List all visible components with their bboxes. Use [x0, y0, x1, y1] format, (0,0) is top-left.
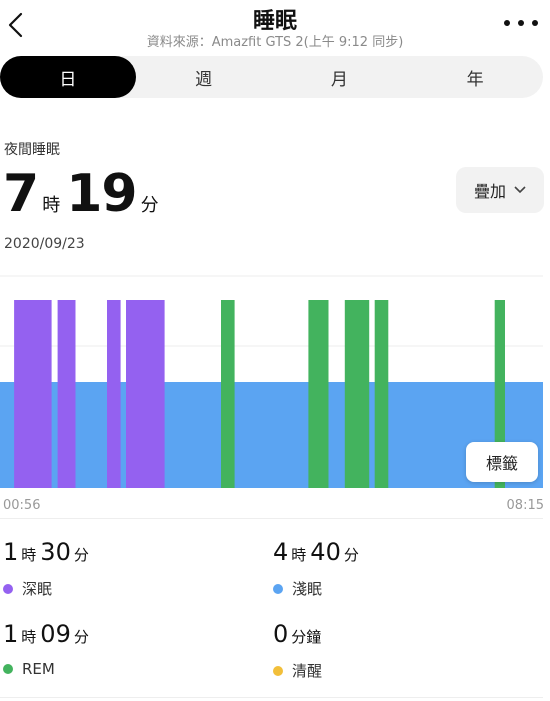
- sleep-stage-bars: [0, 300, 543, 488]
- more-dot: [532, 20, 538, 26]
- sleep-segment-5: [221, 300, 235, 488]
- sleep-segment-3: [107, 300, 121, 488]
- total-sleep-duration: 7 時 19 分: [3, 164, 165, 224]
- light-sleep-legend: 淺眠: [273, 578, 322, 599]
- deep-sleep-duration: 1 時 30 分: [3, 538, 93, 566]
- stat-hours-unit: 時: [291, 546, 307, 564]
- stat-hours-unit: 時: [21, 546, 37, 564]
- deep-sleep-legend: 深眠: [3, 578, 52, 599]
- sleep-segment-2: [57, 300, 76, 488]
- awake-legend: 清醒: [273, 660, 322, 681]
- minutes-value: 19: [66, 164, 137, 224]
- stat-hours: 1: [3, 538, 19, 566]
- stat-hours: 4: [273, 538, 289, 566]
- rem-legend: REM: [3, 660, 55, 678]
- chart-start-time: 00:56: [3, 498, 41, 513]
- data-source-subtitle: 資料來源：Amazfit GTS 2(上午 9:12 同步): [146, 35, 404, 50]
- more-dots-icon: [504, 20, 510, 26]
- section-label: 夜間睡眠: [4, 142, 60, 158]
- tab-month[interactable]: 月: [272, 56, 408, 98]
- sleep-date: 2020/09/23: [4, 236, 85, 252]
- rem-duration: 1 時 09 分: [3, 620, 93, 648]
- divider: [0, 697, 543, 698]
- period-tabs: 日 週 月 年: [0, 56, 543, 98]
- hours-value: 7: [3, 164, 39, 224]
- legend-dot: [3, 583, 13, 594]
- awake-duration: 0 分鐘: [273, 620, 325, 648]
- stat-hours: 1: [3, 620, 19, 648]
- sleep-segment-7: [344, 300, 370, 488]
- stat-minutes-unit: 分: [73, 628, 89, 646]
- stat-minutes-unit: 分鐘: [291, 628, 322, 646]
- minutes-unit: 分: [140, 195, 159, 216]
- legend-label: 淺眠: [292, 580, 323, 598]
- legend-dot: [273, 665, 283, 676]
- stat-minutes: 0: [273, 620, 289, 648]
- stat-hours-unit: 時: [21, 628, 37, 646]
- sleep-segment-1: [14, 300, 52, 488]
- tab-week[interactable]: 週: [136, 56, 272, 98]
- legend-dot: [273, 583, 283, 594]
- divider: [0, 518, 543, 519]
- tab-day[interactable]: 日: [0, 56, 136, 98]
- stat-minutes: 30: [40, 538, 71, 566]
- sleep-segment-0: [0, 382, 543, 488]
- legend-dot: [3, 664, 13, 674]
- legend-label: REM: [22, 660, 55, 678]
- light-sleep-duration: 4 時 40 分: [273, 538, 363, 566]
- sleep-segment-8: [374, 300, 389, 488]
- chevron-down-icon: [514, 186, 526, 194]
- tab-year[interactable]: 年: [407, 56, 543, 98]
- more-dot: [518, 20, 524, 26]
- legend-label: 深眠: [22, 580, 53, 598]
- sleep-stage-chart: [0, 275, 543, 488]
- stat-minutes-unit: 分: [73, 546, 89, 564]
- sleep-segment-4: [126, 300, 165, 488]
- stat-minutes-unit: 分: [343, 546, 359, 564]
- overlay-dropdown[interactable]: 疊加: [456, 167, 544, 213]
- stat-minutes: 40: [310, 538, 341, 566]
- marker-button[interactable]: 標籤: [466, 442, 538, 482]
- overlay-label: 疊加: [473, 182, 506, 201]
- hours-unit: 時: [42, 195, 61, 216]
- sleep-segment-6: [308, 300, 329, 488]
- legend-label: 清醒: [292, 662, 323, 680]
- stat-minutes: 09: [40, 620, 71, 648]
- more-options-button[interactable]: [504, 18, 538, 28]
- chart-end-time: 08:15: [506, 498, 544, 513]
